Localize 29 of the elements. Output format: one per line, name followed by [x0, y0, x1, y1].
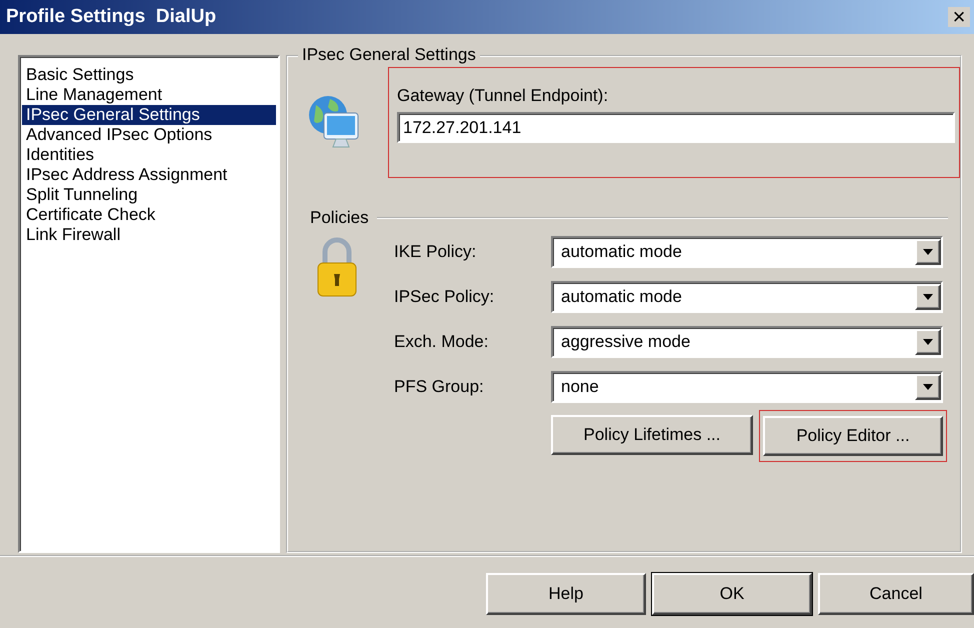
- policy-button[interactable]: Policy Editor ...: [763, 416, 943, 456]
- sidebar-item[interactable]: Line Management: [22, 85, 276, 105]
- sidebar-item[interactable]: IPsec General Settings: [22, 105, 276, 125]
- window-title: Profile Settings DialUp: [6, 6, 216, 28]
- section-title: Policies: [310, 208, 369, 228]
- padlock-icon: [316, 236, 358, 298]
- sidebar-item[interactable]: Link Firewall: [22, 225, 276, 245]
- gateway-label: Gateway (Tunnel Endpoint):: [397, 86, 610, 106]
- close-button[interactable]: ×: [948, 7, 970, 27]
- dropdown[interactable]: none: [551, 371, 943, 403]
- dropdown[interactable]: aggressive mode: [551, 326, 943, 358]
- gateway-field[interactable]: 172.27.201.141: [397, 112, 955, 143]
- dropdown[interactable]: automatic mode: [551, 281, 943, 313]
- group-title: IPsec General Settings: [298, 45, 480, 65]
- field-label: PFS Group:: [394, 377, 485, 397]
- dialog-button[interactable]: Cancel: [818, 573, 974, 615]
- sidebar-item[interactable]: Basic Settings: [22, 65, 276, 85]
- field-label: IPSec Policy:: [394, 287, 496, 307]
- sidebar-item[interactable]: Split Tunneling: [22, 185, 276, 205]
- dropdown[interactable]: automatic mode: [551, 236, 943, 268]
- sidebar-item[interactable]: Identities: [22, 145, 276, 165]
- dialog-button[interactable]: Help: [486, 573, 646, 615]
- field-label: Exch. Mode:: [394, 332, 490, 352]
- sidebar-item[interactable]: IPsec Address Assignment: [22, 165, 276, 185]
- sidebar-item[interactable]: Advanced IPsec Options: [22, 125, 276, 145]
- field-label: IKE Policy:: [394, 242, 478, 262]
- policy-button[interactable]: Policy Lifetimes ...: [551, 415, 753, 455]
- dialog-button[interactable]: OK: [652, 573, 812, 615]
- sidebar-item[interactable]: Certificate Check: [22, 205, 276, 225]
